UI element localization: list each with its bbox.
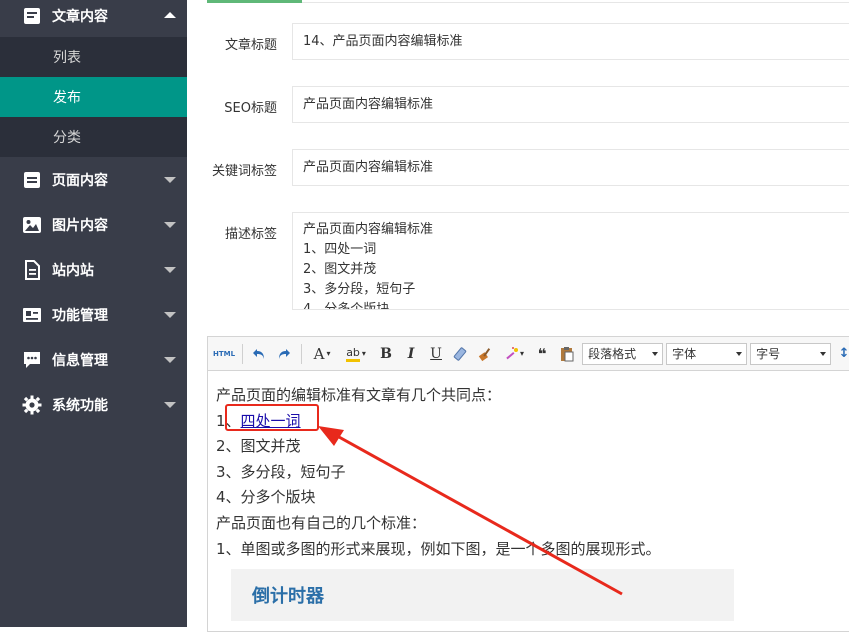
content-line: 2、图文并茂 bbox=[216, 437, 301, 456]
italic-icon[interactable]: I bbox=[401, 343, 421, 365]
page-icon bbox=[22, 170, 42, 190]
message-icon bbox=[22, 350, 42, 370]
sub-item-category[interactable]: 分类 bbox=[0, 117, 187, 157]
nav-label: 页面内容 bbox=[52, 172, 108, 189]
select-label: 段落格式 bbox=[588, 347, 637, 361]
chevron-down-icon bbox=[164, 221, 176, 228]
paste-icon[interactable] bbox=[557, 343, 577, 365]
title-label: 文章标题 bbox=[224, 38, 277, 53]
sub-item-publish[interactable]: 发布 bbox=[0, 77, 187, 117]
chevron-down-icon bbox=[820, 351, 827, 356]
content-line: 1、单图或多图的形式来展现，例如下图，是一个多图的展现形式。 bbox=[216, 539, 661, 558]
font-size-select[interactable]: 字号 bbox=[750, 342, 832, 365]
nav-label: 站内站 bbox=[52, 262, 94, 279]
content-line: 4、分多个版块 bbox=[216, 488, 316, 507]
sub-item-label: 列表 bbox=[53, 50, 81, 66]
nav-image-content[interactable]: 图片内容 bbox=[0, 202, 187, 247]
select-label: 字号 bbox=[756, 347, 781, 361]
sub-item-label: 发布 bbox=[53, 90, 81, 106]
chevron-down-icon bbox=[652, 351, 659, 356]
image-icon bbox=[22, 215, 42, 235]
description-line: 4、分多个版块 bbox=[303, 302, 390, 310]
nav-label: 信息管理 bbox=[52, 352, 108, 369]
description-line: 产品页面内容编辑标准 bbox=[303, 222, 434, 237]
chevron-down-icon bbox=[164, 356, 176, 363]
toolbar-separator bbox=[242, 343, 244, 364]
embedded-image-caption: 倒计时器 bbox=[252, 586, 324, 607]
editor-toolbar: HTML A ▾ ab ▾ B I U ▾ ❝ 段落格式 字体 字号 ↕ bbox=[208, 337, 849, 371]
description-line: 3、多分段，短句子 bbox=[303, 282, 416, 297]
document-icon bbox=[22, 259, 42, 280]
rich-text-editor: HTML A ▾ ab ▾ B I U ▾ ❝ 段落格式 字体 字号 ↕ 产品页… bbox=[207, 336, 849, 632]
paragraph-format-select[interactable]: 段落格式 bbox=[582, 342, 664, 365]
format-painter-icon[interactable] bbox=[476, 343, 496, 365]
line-height-icon[interactable]: ↕ bbox=[834, 343, 849, 365]
tab-divider bbox=[302, 2, 849, 3]
main-content: 文章标题 14、产品页面内容编辑标准 SEO标题 产品页面内容编辑标准 关键词标… bbox=[187, 0, 849, 632]
nav-function-management[interactable]: 功能管理 bbox=[0, 292, 187, 337]
description-line: 2、图文并茂 bbox=[303, 262, 377, 277]
seo-title-input[interactable]: 产品页面内容编辑标准 bbox=[292, 86, 849, 123]
blockquote-icon[interactable]: ❝ bbox=[532, 343, 552, 365]
redo-icon[interactable] bbox=[274, 343, 294, 365]
content-line: 产品页面也有自己的几个标准： bbox=[216, 513, 427, 532]
nav-article-label: 文章内容 bbox=[52, 8, 108, 25]
font-color-icon[interactable]: A ▾ bbox=[308, 343, 336, 365]
font-family-select[interactable]: 字体 bbox=[666, 342, 748, 365]
content-line: 3、多分段，短句子 bbox=[216, 462, 346, 481]
chevron-down-icon bbox=[164, 311, 176, 318]
nav-label: 系统功能 bbox=[52, 397, 108, 414]
keywords-input[interactable]: 产品页面内容编辑标准 bbox=[292, 149, 849, 186]
sub-item-label: 分类 bbox=[53, 130, 81, 146]
sidebar: 文章内容 列表 发布 分类 页面内容 图片内容 站内站 功能管理 信息管理 系统… bbox=[0, 0, 187, 627]
description-label: 描述标签 bbox=[224, 227, 277, 242]
gear-icon bbox=[22, 395, 42, 415]
title-input[interactable]: 14、产品页面内容编辑标准 bbox=[292, 23, 849, 60]
nav-label: 功能管理 bbox=[52, 307, 108, 324]
article-icon bbox=[22, 6, 42, 26]
module-icon bbox=[22, 305, 42, 325]
nav-page-content[interactable]: 页面内容 bbox=[0, 157, 187, 202]
annotation-highlight-box bbox=[225, 404, 319, 431]
toolbar-separator bbox=[301, 343, 303, 364]
nav-info-management[interactable]: 信息管理 bbox=[0, 337, 187, 382]
nav-subsite[interactable]: 站内站 bbox=[0, 247, 187, 292]
chevron-down-icon bbox=[164, 176, 176, 183]
bold-icon[interactable]: B bbox=[376, 343, 396, 365]
embedded-image[interactable]: 倒计时器 bbox=[231, 569, 734, 621]
html-source-button[interactable]: HTML bbox=[213, 343, 235, 365]
active-tab-indicator bbox=[207, 0, 302, 3]
undo-icon[interactable] bbox=[249, 343, 269, 365]
magic-wand-icon[interactable]: ▾ bbox=[501, 343, 527, 365]
nav-system-functions[interactable]: 系统功能 bbox=[0, 382, 187, 427]
chevron-down-icon bbox=[736, 351, 743, 356]
description-textarea[interactable]: 产品页面内容编辑标准 1、四处一词 2、图文并茂 3、多分段，短句子 4、分多个… bbox=[292, 212, 849, 310]
eraser-icon[interactable] bbox=[451, 343, 471, 365]
highlight-color-icon[interactable]: ab ▾ bbox=[341, 343, 371, 365]
sub-item-list[interactable]: 列表 bbox=[0, 37, 187, 77]
description-line: 1、四处一词 bbox=[303, 242, 377, 257]
nav-article-content[interactable]: 文章内容 bbox=[0, 0, 187, 38]
keywords-label: 关键词标签 bbox=[211, 164, 277, 179]
chevron-up-icon bbox=[164, 11, 176, 18]
chevron-down-icon bbox=[164, 266, 176, 273]
underline-icon[interactable]: U bbox=[426, 343, 446, 365]
nav-label: 图片内容 bbox=[52, 217, 108, 234]
seo-title-label: SEO标题 bbox=[224, 101, 277, 116]
chevron-down-icon bbox=[164, 401, 176, 408]
select-label: 字体 bbox=[672, 347, 697, 361]
